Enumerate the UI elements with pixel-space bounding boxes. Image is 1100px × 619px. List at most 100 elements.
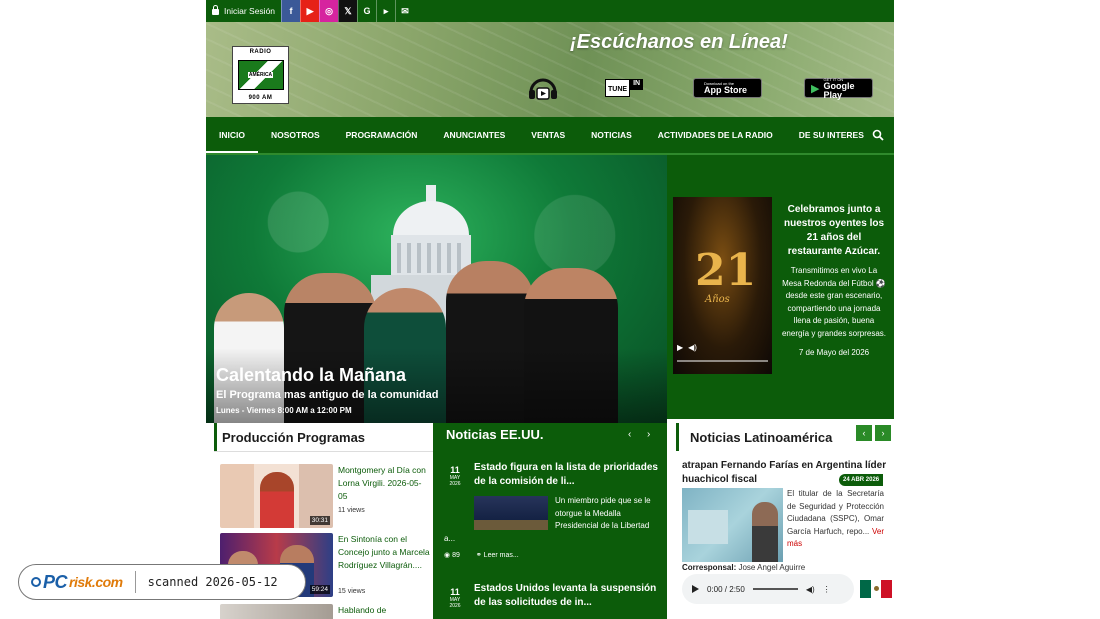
date-year: 2026 (449, 603, 461, 609)
eye-icon: ◉ (444, 552, 453, 559)
audio-more-icon[interactable]: ⋮ (823, 585, 831, 594)
banner-slogan: ¡Escúchanos en Línea! (570, 31, 788, 53)
flag-red (881, 580, 893, 598)
promo-body: Transmitimos en vivo La Mesa Redonda del… (781, 266, 887, 338)
logo-bottom-text: 900 AM (248, 95, 273, 101)
nav-item-anunciantes[interactable]: ANUNCIANTES (430, 117, 518, 153)
promo-heading: Celebramos junto a nuestros oyentes los … (783, 204, 885, 257)
page: Iniciar Sesión f ▶ ◎ 𝕏 G ▸ ✉ RADIO AMÉRICA 900… (0, 0, 1100, 619)
thumb-host-1 (260, 472, 294, 528)
correspondent-name: Jose Angel Aguirre (738, 563, 806, 572)
news-meta-1: ◉ 89 ⚭ Leer mas... (444, 551, 519, 559)
radio-america-logo[interactable]: RADIO AMÉRICA 900 AM (232, 46, 289, 104)
latam-next-button[interactable]: › (875, 425, 891, 441)
play-store-icon: ▶ (811, 82, 820, 95)
video-thumbnail-1[interactable]: 30:31 (220, 464, 333, 528)
audio-play-icon[interactable] (692, 585, 699, 593)
video-title-2[interactable]: En Sintonía con el Concejo junto a Marce… (338, 533, 430, 572)
chat-icon[interactable]: ✉ (395, 0, 415, 22)
video-title-1[interactable]: Montgomery al Día con Lorna Virgili. 202… (338, 464, 430, 503)
flag-white (870, 580, 882, 598)
date-badge: 24 ABR 2026 (839, 474, 884, 486)
audio-volume-icon[interactable]: ◀) (806, 585, 815, 594)
appstore-big-text: App Store (704, 85, 748, 95)
news-image-1[interactable] (474, 496, 548, 530)
logo-flag: AMÉRICA (237, 60, 284, 90)
instagram-icon[interactable]: ◎ (319, 0, 339, 22)
news-views: 89 (452, 552, 460, 559)
hero-subtitle: El Programa mas antiguo de la comunidad (216, 389, 439, 401)
noticias-eeuu-section: Noticias EE.UU. ‹ › 11 MAY 2026 Estado f… (433, 423, 667, 619)
x-icon[interactable]: 𝕏 (338, 0, 358, 22)
nav-item-de-su-interes[interactable]: DE SU INTERES (786, 117, 877, 153)
nav-item-noticias[interactable]: NOTICIAS (578, 117, 645, 153)
lock-icon (212, 5, 219, 15)
video-volume-icon[interactable]: ◀) (688, 343, 697, 352)
news-ellipsis-1: a... (444, 534, 456, 543)
brand-risk: risk.com (69, 574, 123, 590)
id-card-portrait (752, 502, 778, 562)
nav-item-actividades-de-la-radio[interactable]: ACTIVIDADES DE LA RADIO (645, 117, 786, 153)
latam-excerpt-text: El titular de la Secretaría de Seguridad… (787, 489, 884, 536)
id-card-photo-area (688, 510, 728, 544)
video-views-1: 11 views (338, 507, 365, 514)
social-links: f ▶ ◎ 𝕏 G ▸ ✉ (281, 0, 415, 22)
promo-video[interactable]: 21 Años ▶ ◀) (673, 197, 772, 374)
nav-item-nosotros[interactable]: NOSOTROS (258, 117, 333, 153)
logo-top-text: RADIO (249, 49, 272, 55)
read-more-link[interactable]: ⚭ Leer mas... (476, 551, 519, 559)
site: Iniciar Sesión f ▶ ◎ 𝕏 G ▸ ✉ RADIO AMÉRICA 900… (206, 0, 894, 619)
noticias-latam-section: Noticias Latinoamérica ‹ › atrapan Ferna… (667, 419, 894, 619)
noticias-eeuu-heading: Noticias EE.UU. (446, 427, 544, 442)
google-play-button[interactable]: ▶ GET IT ON Google Play (804, 77, 873, 99)
video-title-3[interactable]: Hablando de (338, 604, 430, 617)
hero-schedule: Lunes - Viernes 8:00 AM a 12:00 PM (216, 406, 352, 415)
produccion-heading: Producción Programas (214, 423, 433, 451)
magnifier-icon (31, 577, 41, 587)
nav-item-programación[interactable]: PROGRAMACIÓN (333, 117, 431, 153)
news-date-2: 11 MAY 2026 (444, 587, 466, 609)
app-store-button[interactable]: Download on the App Store (693, 78, 762, 98)
news-image-stage (474, 520, 548, 530)
brand-pc: PC (43, 571, 68, 592)
news-title-2[interactable]: Estados Unidos levanta la suspensión de … (474, 582, 662, 610)
news-excerpt-1: Un miembro pide que se le otorgue la Med… (555, 496, 651, 530)
search-icon[interactable] (872, 129, 884, 141)
promo-panel: 21 Años ▶ ◀) Celebramos junto a nuestros… (667, 155, 894, 419)
latam-news-image[interactable] (682, 488, 783, 562)
audio-player: 0:00 / 2:50 ◀) ⋮ (682, 574, 854, 604)
nav-item-inicio[interactable]: INICIO (206, 117, 258, 153)
prev-arrow-icon[interactable]: ‹ (628, 429, 631, 440)
hero-slider[interactable]: Calentando la Mañana El Programa mas ant… (206, 155, 667, 423)
scan-date: scanned 2026-05-12 (147, 575, 278, 589)
read-more-label: Leer mas... (483, 552, 519, 559)
logo-mid-text: AMÉRICA (247, 72, 274, 78)
correspondent-label: Corresponsal: (682, 563, 737, 572)
poster-number: 21 (695, 245, 757, 296)
google-icon[interactable]: G (357, 0, 377, 22)
tunein-link[interactable]: TUNE IN (605, 79, 652, 97)
news-title-1[interactable]: Estado figura en la lista de prioridades… (474, 461, 662, 489)
pcrisk-logo: PC risk.com (31, 572, 123, 593)
latam-news-excerpt: El titular de la Secretaría de Seguridad… (787, 488, 884, 551)
audio-time: 0:00 / 2:50 (707, 584, 745, 594)
header-banner: RADIO AMÉRICA 900 AM ¡Escúchanos en Líne… (206, 22, 894, 117)
login-label: Iniciar Sesión (224, 6, 276, 16)
flag-green (860, 580, 871, 598)
headphones-icon[interactable] (528, 76, 558, 100)
audio-progress-bar[interactable] (752, 588, 798, 590)
youtube-icon[interactable]: ▶ (300, 0, 320, 22)
video-progress-bar[interactable] (677, 360, 768, 362)
video-views-2: 15 views (338, 588, 366, 595)
date-day: 11 (450, 587, 460, 597)
mexico-flag-icon[interactable] (860, 580, 893, 598)
next-arrow-icon[interactable]: › (647, 429, 650, 440)
google-play-icon[interactable]: ▸ (376, 0, 396, 22)
correspondent-line: Corresponsal: Jose Angel Aguirre (682, 563, 805, 572)
video-thumbnail-3[interactable] (220, 604, 333, 619)
video-play-icon[interactable]: ▶ (677, 343, 683, 352)
latam-prev-button[interactable]: ‹ (856, 425, 872, 441)
facebook-icon[interactable]: f (281, 0, 301, 22)
login-link[interactable]: Iniciar Sesión (206, 0, 281, 22)
nav-item-ventas[interactable]: VENTAS (518, 117, 578, 153)
